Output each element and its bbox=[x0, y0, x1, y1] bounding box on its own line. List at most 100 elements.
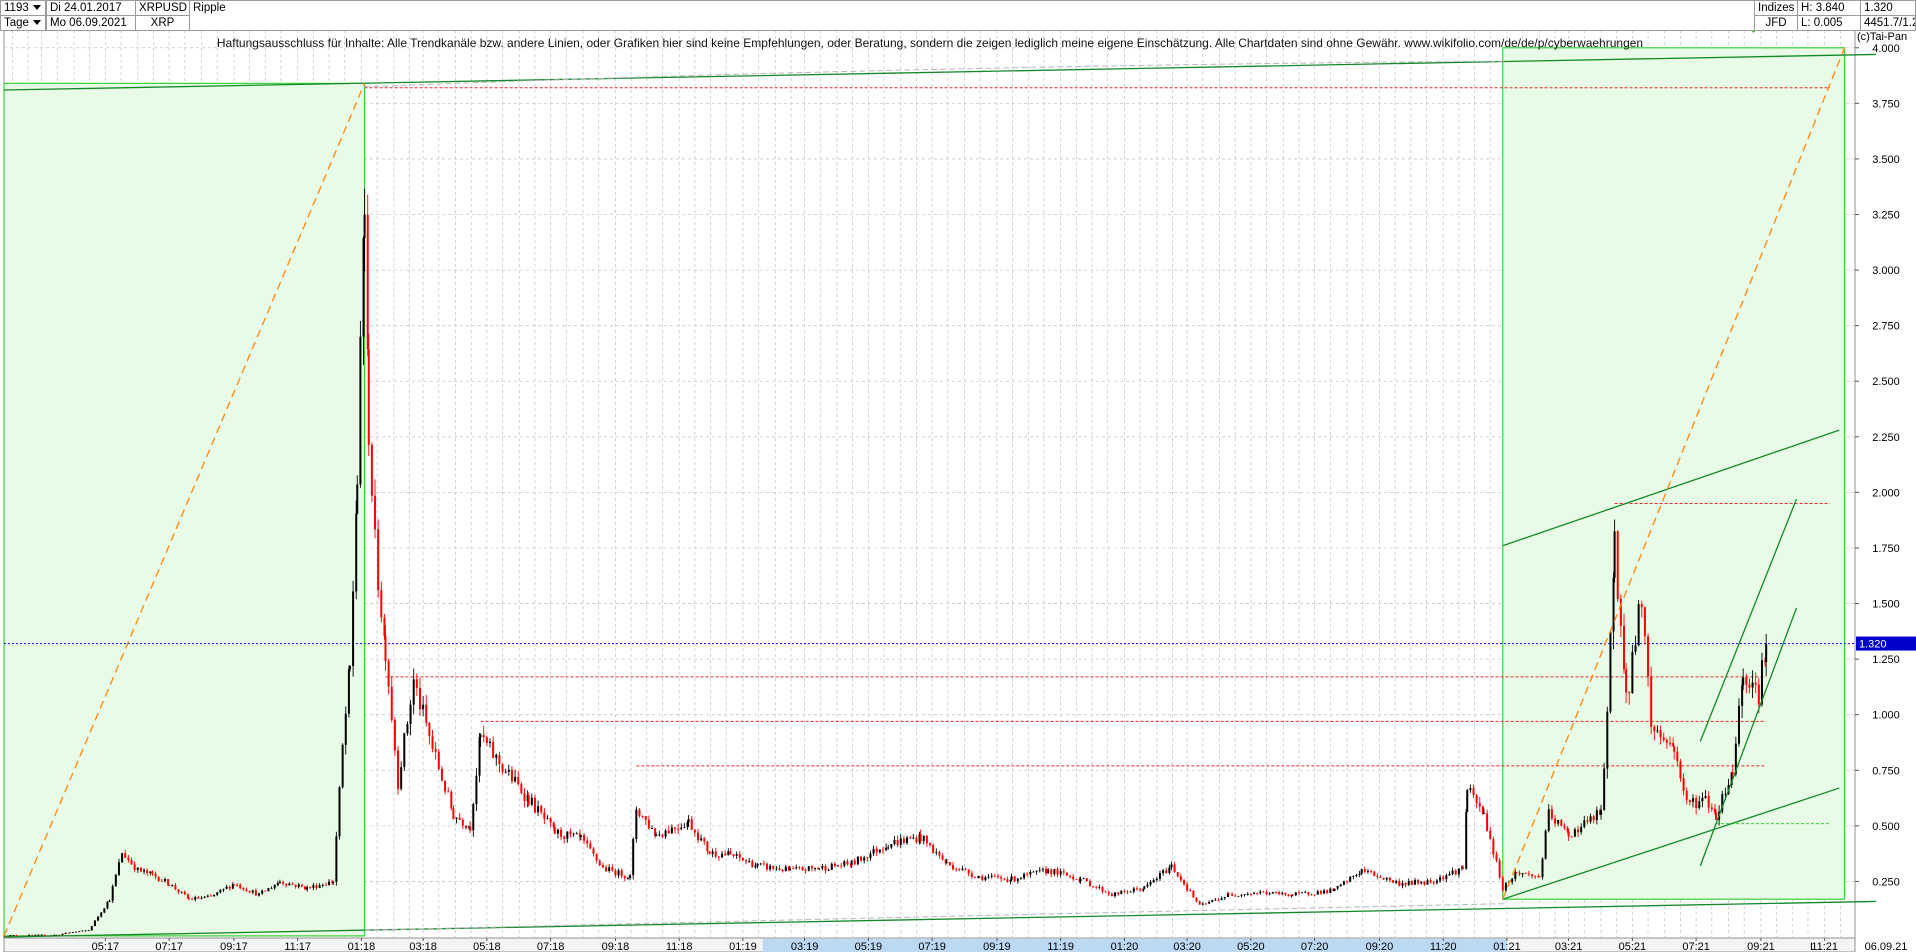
candle-body bbox=[1600, 810, 1603, 815]
y-tick-label: 3.250 bbox=[1872, 210, 1900, 222]
candle-body bbox=[168, 885, 171, 887]
candle-body bbox=[191, 898, 194, 900]
candle-body bbox=[1647, 636, 1650, 677]
y-tick-label: 0.250 bbox=[1872, 876, 1900, 888]
candle-body bbox=[239, 884, 242, 889]
candle-body bbox=[729, 851, 732, 855]
candle-body bbox=[501, 764, 504, 772]
period-selector[interactable]: Tage bbox=[0, 15, 46, 31]
last-price-text: 1.320 bbox=[1864, 2, 1893, 14]
x-tick-label: 09:17 bbox=[220, 941, 248, 952]
candle-body bbox=[1075, 879, 1078, 881]
candle-body bbox=[598, 860, 601, 866]
candle-body bbox=[143, 870, 146, 872]
candle-body bbox=[1478, 803, 1481, 807]
candle-body bbox=[294, 884, 297, 887]
candle-body bbox=[1274, 891, 1277, 893]
candle-body bbox=[440, 768, 443, 781]
candle-body bbox=[964, 868, 967, 870]
candle-body bbox=[472, 804, 475, 831]
candle-body bbox=[896, 839, 899, 846]
candle-body bbox=[801, 867, 804, 871]
candle-body bbox=[393, 719, 396, 751]
candle-body bbox=[1382, 877, 1385, 880]
x-tick-label: 03:20 bbox=[1173, 941, 1201, 952]
indizes-label[interactable]: Indizes bbox=[1754, 0, 1798, 16]
candle-body bbox=[174, 884, 177, 890]
candle-body bbox=[1589, 816, 1592, 822]
candle-body bbox=[1595, 810, 1598, 821]
x-tick-label: 07:19 bbox=[918, 941, 946, 952]
candle-body bbox=[1217, 899, 1220, 901]
candle-body bbox=[1511, 878, 1514, 883]
candle-body bbox=[81, 930, 84, 932]
candle-body bbox=[1625, 669, 1628, 693]
candle-body bbox=[1339, 884, 1342, 887]
candle-body bbox=[708, 851, 711, 854]
candle-body bbox=[359, 336, 362, 485]
copyright-label: (c)Tai-Pan bbox=[1857, 31, 1907, 43]
candle-body bbox=[724, 853, 727, 856]
xrp-candlestick-chart[interactable]: 0.250 0.500 0.750 1.000 1.250 1.500 1.750 2.000… bbox=[0, 0, 1916, 952]
data-source-text: JFD bbox=[1765, 17, 1787, 29]
y-tick-label: 3.500 bbox=[1872, 154, 1900, 166]
grey-arc-bottom bbox=[364, 903, 1507, 931]
candle-body bbox=[461, 819, 464, 826]
candle-body bbox=[751, 861, 754, 868]
candle-body bbox=[437, 751, 440, 769]
candle-body bbox=[1069, 875, 1072, 877]
candle-body bbox=[827, 869, 830, 871]
candle-body bbox=[171, 884, 174, 886]
candle-body bbox=[745, 860, 748, 862]
candle-body bbox=[1534, 875, 1537, 877]
low-value-text: L: 0.005 bbox=[1801, 17, 1843, 29]
candle-body bbox=[523, 793, 526, 801]
candle-body bbox=[804, 870, 807, 872]
candle-body bbox=[696, 832, 699, 841]
x-tick-label: 01:21 bbox=[1493, 941, 1521, 952]
candle-body bbox=[1563, 825, 1566, 828]
symbol-code[interactable]: XRPUSD bbox=[135, 0, 190, 16]
candle-body bbox=[1504, 882, 1507, 891]
candle-body bbox=[1243, 894, 1246, 896]
candle-body bbox=[1454, 870, 1457, 875]
chevron-down-icon bbox=[32, 20, 41, 26]
candle-body bbox=[1041, 868, 1044, 870]
candle-body bbox=[100, 912, 103, 917]
candle-body bbox=[344, 713, 347, 745]
candle-body bbox=[1710, 807, 1713, 810]
highlight-boxes bbox=[3, 47, 1846, 937]
candle-body bbox=[352, 591, 355, 667]
candle-body bbox=[543, 812, 546, 819]
candle-body bbox=[890, 844, 893, 848]
candle-body bbox=[984, 877, 987, 881]
candle-body bbox=[507, 769, 510, 772]
candle-body bbox=[589, 843, 592, 849]
candle-body bbox=[154, 873, 157, 877]
candle-body bbox=[124, 853, 127, 858]
candle-body bbox=[840, 865, 843, 867]
candle-body bbox=[778, 868, 781, 870]
candle-body bbox=[572, 833, 575, 835]
candle-body bbox=[711, 851, 714, 854]
candle-body bbox=[1751, 682, 1754, 688]
candle-body bbox=[990, 875, 993, 877]
candle-body bbox=[434, 748, 437, 752]
candle-body bbox=[1132, 888, 1135, 892]
candle-body bbox=[1246, 894, 1249, 895]
candle-body bbox=[1586, 820, 1589, 822]
candle-body bbox=[431, 736, 434, 749]
candle-body bbox=[1669, 743, 1672, 744]
candle-body bbox=[1410, 880, 1413, 885]
candle-body bbox=[183, 891, 186, 895]
candle-body bbox=[103, 908, 106, 913]
bar-count-selector[interactable]: 1193 bbox=[0, 0, 46, 16]
candle-body bbox=[792, 868, 795, 870]
candle-body bbox=[700, 838, 703, 841]
candle-body bbox=[810, 866, 813, 869]
candle-body bbox=[1714, 812, 1717, 820]
candle-body bbox=[948, 862, 951, 866]
candle-body bbox=[706, 841, 709, 852]
candle-body bbox=[1550, 809, 1553, 819]
candle-body bbox=[1373, 871, 1376, 876]
